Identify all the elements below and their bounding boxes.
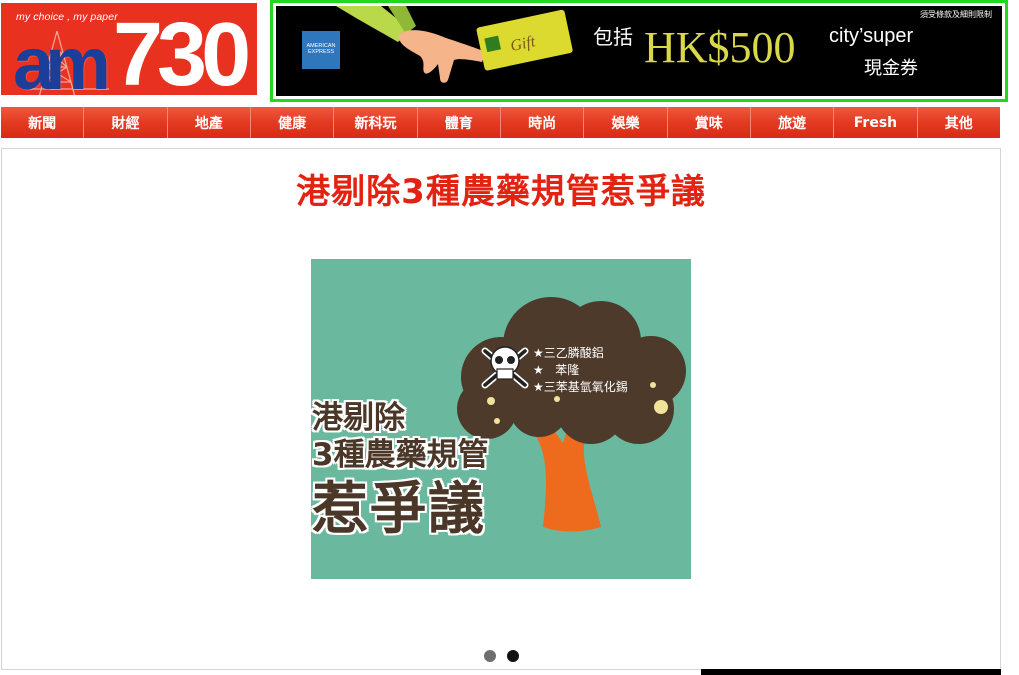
nav-item-tech[interactable]: 新科玩 [334,107,418,138]
nav-item-sports[interactable]: 體育 [418,107,501,138]
ad-terms: 須受條款及細則限制 [920,10,992,19]
slide-pagination [484,650,519,662]
banner-ad[interactable]: AMERICAN EXPRESS Gift 須受條款及細則限制 包括 HK$50… [270,0,1008,102]
hand-with-gift-card-icon: Gift [336,6,573,83]
am730-logo[interactable]: my choice , my paper am 730 [1,3,257,95]
pesticide-item: ★三苯基氫氧化錫 [533,380,628,394]
logo-am: am [13,22,111,95]
amex-logo-icon: AMERICAN EXPRESS [302,31,340,69]
featured-slide: 港剔除3種農藥規管惹爭議 ★三乙膦酸鋁 ★ 苯隆 ★三苯基氫氧化錫 港剔除 3種… [1,148,1001,670]
logo-730: 730 [113,5,251,95]
banner-ad-content: AMERICAN EXPRESS Gift 須受條款及細則限制 包括 HK$50… [276,6,1002,96]
slide-headline[interactable]: 港剔除3種農藥規管惹爭議 [2,164,1000,213]
nav-item-food[interactable]: 賞味 [668,107,751,138]
image-title-line3: 惹爭議 [312,477,486,542]
ad-brand: city’super [829,25,914,47]
nav-item-entertainment[interactable]: 娛樂 [584,107,668,138]
pesticide-item: ★ 苯隆 [533,363,580,377]
nav-item-fashion[interactable]: 時尚 [501,107,585,138]
nav-item-news[interactable]: 新聞 [1,107,85,138]
nav-item-health[interactable]: 健康 [251,107,335,138]
nav-item-fresh[interactable]: Fresh [834,107,918,138]
pagination-dot-2[interactable] [507,650,519,662]
slide-image[interactable]: ★三乙膦酸鋁 ★ 苯隆 ★三苯基氫氧化錫 港剔除 3種農藥規管 惹爭議 [311,259,691,579]
page: my choice , my paper am 730 AMERICAN EXP… [0,0,1019,675]
ad-voucher: 現金券 [864,58,918,79]
pesticide-list: ★三乙膦酸鋁 ★ 苯隆 ★三苯基氫氧化錫 [533,345,628,396]
ad-include-text: 包括 [593,25,633,49]
bottom-bar [701,669,1001,675]
nav-item-travel[interactable]: 旅遊 [751,107,835,138]
nav-item-others[interactable]: 其他 [918,107,1000,138]
main-nav: 新聞 財經 地產 健康 新科玩 體育 時尚 娛樂 賞味 旅遊 Fresh 其他 [1,107,1000,138]
nav-item-property[interactable]: 地產 [168,107,251,138]
nav-item-finance[interactable]: 財經 [84,107,168,138]
pesticide-item: ★三乙膦酸鋁 [533,346,604,360]
ad-amount: HK$500 [644,23,796,72]
pagination-dot-1[interactable] [484,650,496,662]
